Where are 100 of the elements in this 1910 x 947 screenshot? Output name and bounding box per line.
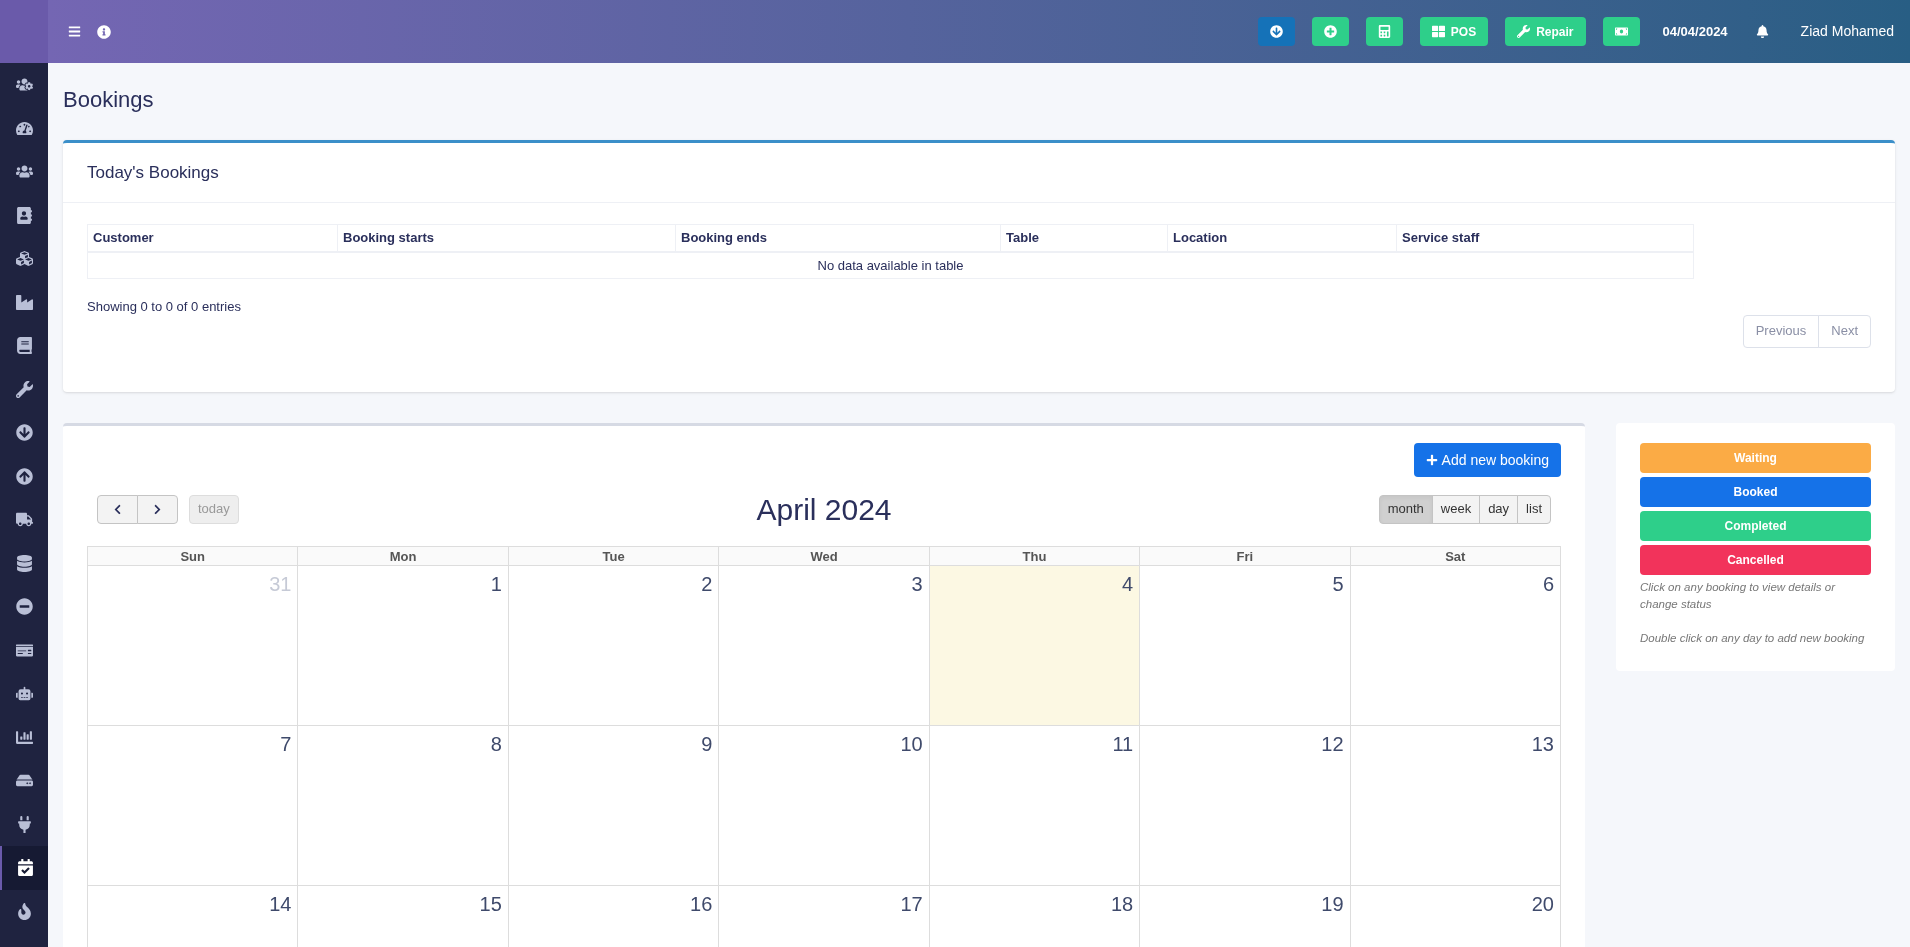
status-label: Completed [1640,511,1871,541]
day-cell[interactable]: 2 [508,566,720,726]
calculator-button[interactable] [1365,17,1403,46]
bell-icon [1755,25,1769,38]
day-number: 17 [900,893,923,915]
status-label: Cancelled [1640,545,1871,575]
weekday-header: Mon [298,546,509,566]
weekday-header: Wed [719,546,930,566]
day-cell[interactable]: 11 [929,726,1141,886]
day-number: 7 [280,733,292,755]
calendar-check-icon [16,859,34,877]
day-cell[interactable]: 18 [929,886,1141,947]
column-header[interactable]: Table [1000,224,1168,252]
day-number: 13 [1531,733,1554,755]
day-number: 4 [1122,573,1134,595]
plus-icon [1425,454,1438,466]
truck-icon [15,511,33,529]
column-header[interactable]: Location [1167,224,1397,252]
day-number: 14 [269,893,292,915]
book-icon [15,337,33,355]
legend-note: Click on any booking to view details or change status [1640,580,1837,612]
user-name[interactable]: Ziad Mohamed [1800,21,1894,42]
plug-icon [15,815,33,833]
day-number: 18 [1110,893,1134,915]
cash-button[interactable] [1602,17,1640,46]
page-title: Bookings [63,86,155,114]
download-button[interactable] [1257,17,1295,46]
day-number: 8 [490,733,502,755]
flame-icon [15,902,33,920]
wrench-icon [15,380,33,398]
view-button[interactable]: week [1431,494,1481,524]
database-icon [15,554,33,572]
status-label: Booked [1640,477,1871,507]
add-button[interactable] [1311,17,1349,46]
day-cell[interactable]: 13 [1350,726,1561,886]
day-cell[interactable]: 10 [719,726,930,886]
bar-chart-icon [15,728,33,746]
day-number: 20 [1531,893,1554,915]
current-date: 04/04/2024 [1662,22,1728,41]
gauge-icon [15,119,33,137]
calendar-title: April 2024 [755,491,893,528]
factory-icon [15,293,33,311]
day-cell[interactable]: 12 [1140,726,1351,886]
view-button[interactable]: list [1517,494,1551,524]
day-number: 2 [701,573,713,595]
column-header[interactable]: Customer [87,224,338,252]
chevron-left-icon [112,503,123,515]
day-cell[interactable]: 20 [1350,886,1561,947]
weekday-header: Thu [929,546,1141,566]
column-header[interactable]: Booking starts [337,224,676,252]
day-cell[interactable]: 7 [88,726,299,886]
weekday-header: Sat [1350,546,1561,566]
robot-icon [15,685,33,703]
day-number: 16 [690,893,713,915]
weekday-header: Sun [88,546,299,566]
card-title: Today's Bookings [63,143,1895,203]
day-number: 10 [900,733,923,755]
address-book-icon [15,206,33,224]
column-header[interactable]: Service staff [1396,224,1694,252]
day-cell[interactable]: 4 [929,566,1141,726]
day-number: 1 [490,573,502,595]
chevron-right-icon [152,503,163,515]
day-cell[interactable]: 8 [298,726,509,886]
day-number: 12 [1321,733,1344,755]
day-number: 19 [1321,893,1344,915]
legend-note: Double click on any day to add new booking [1640,631,1866,646]
grid-icon [1431,25,1445,38]
day-cell[interactable]: 1 [298,566,509,726]
add-booking-button[interactable]: Add new booking [1413,443,1561,477]
weekday-header: Tue [508,546,720,566]
day-number: 6 [1542,573,1554,595]
weekday-header: Fri [1140,546,1351,566]
day-cell[interactable]: 3 [719,566,930,726]
info-icon [97,24,111,39]
calculator-icon [1377,25,1391,38]
day-cell[interactable]: 16 [508,886,720,947]
day-number: 11 [1112,733,1134,755]
day-number: 31 [269,573,292,595]
view-button[interactable]: month [1378,494,1433,524]
day-cell[interactable]: 15 [298,886,509,947]
day-number: 5 [1332,573,1344,595]
empty-table-message: No data available in table [87,251,1694,279]
column-header[interactable]: Booking ends [675,224,1001,252]
day-cell[interactable]: 6 [1350,566,1561,726]
day-cell[interactable]: 9 [508,726,720,886]
table-info: Showing 0 to 0 of 0 entries [87,298,242,316]
view-button[interactable]: day [1479,494,1519,524]
day-number: 3 [911,573,923,595]
day-cell[interactable]: 19 [1140,886,1351,947]
cubes-icon [15,250,33,268]
day-cell[interactable]: 14 [88,886,299,947]
wrench-icon [1517,25,1531,38]
sidebar-logo-strip [0,0,48,63]
sidebar-item[interactable] [0,846,48,890]
day-cell[interactable]: 5 [1140,566,1351,726]
status-label: Waiting [1640,443,1871,473]
menu-icon [68,25,81,38]
banknote-icon [1614,25,1628,38]
day-number: 9 [701,733,713,755]
day-cell[interactable]: 17 [719,886,930,947]
